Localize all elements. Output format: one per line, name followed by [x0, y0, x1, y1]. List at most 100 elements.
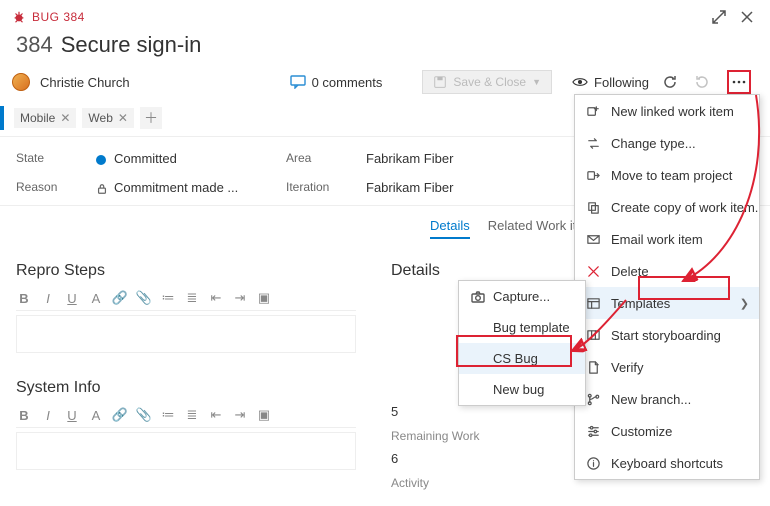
- mail-icon: [586, 232, 601, 247]
- link-icon[interactable]: 🔗: [112, 290, 128, 306]
- menu-customize[interactable]: Customize: [575, 415, 759, 447]
- work-item-title: 384 Secure sign-in: [0, 30, 770, 64]
- rich-text-toolbar[interactable]: B I U A 🔗 📎 ≔ ≣ ⇤ ⇥ ▣: [16, 403, 356, 428]
- menu-create-copy[interactable]: Create copy of work item...: [575, 191, 759, 223]
- add-tag-button[interactable]: ＋: [140, 107, 162, 129]
- expand-icon[interactable]: [708, 6, 730, 28]
- undo-icon[interactable]: [691, 71, 713, 93]
- bug-type-icon: [12, 10, 26, 24]
- storyboard-icon: [586, 328, 601, 343]
- area-value[interactable]: Fabrikam Fiber: [366, 151, 546, 166]
- bug-id-label: BUG 384: [32, 10, 85, 24]
- state-value[interactable]: Committed: [96, 151, 276, 166]
- comments-button[interactable]: 0 comments: [290, 75, 383, 90]
- font-icon[interactable]: A: [88, 407, 104, 423]
- underline-icon[interactable]: U: [64, 407, 80, 423]
- submenu-cs-bug[interactable]: CS Bug: [459, 343, 585, 374]
- templates-submenu: Capture... Bug template CS Bug New bug: [458, 280, 586, 406]
- bold-icon[interactable]: B: [16, 290, 32, 306]
- tag-mobile[interactable]: Mobile✕: [14, 108, 76, 128]
- menu-move-team[interactable]: Move to team project: [575, 159, 759, 191]
- area-label: Area: [286, 151, 356, 166]
- follow-toggle[interactable]: Following: [572, 75, 649, 90]
- camera-icon: [471, 291, 485, 303]
- submenu-new-bug[interactable]: New bug: [459, 374, 585, 405]
- chevron-right-icon: ❯: [740, 297, 749, 310]
- chevron-down-icon: ▼: [532, 77, 541, 87]
- delete-icon: [586, 264, 601, 279]
- tab-details[interactable]: Details: [430, 218, 470, 239]
- link-plus-icon: [586, 104, 601, 119]
- underline-icon[interactable]: U: [64, 290, 80, 306]
- state-label: State: [16, 151, 86, 166]
- accent-bar: [0, 106, 4, 130]
- sliders-icon: [586, 424, 601, 439]
- indent-icon[interactable]: ⇥: [232, 290, 248, 306]
- save-close-label: Save & Close: [453, 75, 526, 89]
- copy-icon: [586, 200, 601, 215]
- swap-icon: [586, 136, 601, 151]
- iteration-label: Iteration: [286, 180, 356, 195]
- lock-icon: [96, 183, 108, 195]
- font-icon[interactable]: A: [88, 290, 104, 306]
- eye-icon: [572, 75, 588, 89]
- tag-web[interactable]: Web✕: [82, 108, 134, 128]
- work-item-title-text: Secure sign-in: [61, 32, 202, 57]
- sysinfo-heading: System Info: [16, 379, 356, 397]
- reason-value[interactable]: Commitment made ...: [96, 180, 276, 195]
- close-icon[interactable]: [736, 6, 758, 28]
- assignee-name[interactable]: Christie Church: [40, 75, 130, 90]
- numbered-list-icon[interactable]: ≣: [184, 407, 200, 423]
- work-item-number: 384: [16, 32, 53, 57]
- image-icon[interactable]: ▣: [256, 407, 272, 423]
- menu-change-type[interactable]: Change type...: [575, 127, 759, 159]
- menu-templates[interactable]: Templates❯: [575, 287, 759, 319]
- ellipsis-icon: [732, 80, 746, 84]
- move-icon: [586, 168, 601, 183]
- bullet-list-icon[interactable]: ≔: [160, 407, 176, 423]
- menu-storyboarding[interactable]: Start storyboarding: [575, 319, 759, 351]
- doc-icon: [586, 360, 601, 375]
- menu-email[interactable]: Email work item: [575, 223, 759, 255]
- comment-icon: [290, 75, 306, 89]
- menu-shortcuts[interactable]: Keyboard shortcuts: [575, 447, 759, 479]
- rich-text-toolbar[interactable]: B I U A 🔗 📎 ≔ ≣ ⇤ ⇥ ▣: [16, 286, 356, 311]
- attachment-icon[interactable]: 📎: [136, 290, 152, 306]
- indent-icon[interactable]: ⇥: [232, 407, 248, 423]
- more-actions-button[interactable]: [727, 70, 751, 94]
- menu-new-branch[interactable]: New branch...: [575, 383, 759, 415]
- italic-icon[interactable]: I: [40, 407, 56, 423]
- menu-new-linked[interactable]: New linked work item: [575, 95, 759, 127]
- bullet-list-icon[interactable]: ≔: [160, 290, 176, 306]
- menu-verify[interactable]: Verify: [575, 351, 759, 383]
- state-dot-icon: [96, 155, 106, 165]
- menu-delete[interactable]: Delete: [575, 255, 759, 287]
- avatar[interactable]: [12, 73, 30, 91]
- outdent-icon[interactable]: ⇤: [208, 290, 224, 306]
- italic-icon[interactable]: I: [40, 290, 56, 306]
- link-icon[interactable]: 🔗: [112, 407, 128, 423]
- template-icon: [586, 296, 601, 311]
- image-icon[interactable]: ▣: [256, 290, 272, 306]
- comments-label: 0 comments: [312, 75, 383, 90]
- outdent-icon[interactable]: ⇤: [208, 407, 224, 423]
- sysinfo-editor[interactable]: [16, 432, 356, 470]
- actions-menu: New linked work item Change type... Move…: [574, 94, 760, 480]
- info-icon: [586, 456, 601, 471]
- refresh-icon[interactable]: [659, 71, 681, 93]
- bold-icon[interactable]: B: [16, 407, 32, 423]
- branch-icon: [586, 392, 601, 407]
- submenu-bug-template[interactable]: Bug template: [459, 312, 585, 343]
- iteration-value[interactable]: Fabrikam Fiber: [366, 180, 546, 195]
- repro-heading: Repro Steps: [16, 262, 356, 280]
- numbered-list-icon[interactable]: ≣: [184, 290, 200, 306]
- reason-label: Reason: [16, 180, 86, 195]
- save-close-button: Save & Close ▼: [422, 70, 552, 94]
- submenu-capture[interactable]: Capture...: [459, 281, 585, 312]
- close-icon[interactable]: ✕: [60, 111, 70, 125]
- repro-editor[interactable]: [16, 315, 356, 353]
- save-icon: [433, 75, 447, 89]
- attachment-icon[interactable]: 📎: [136, 407, 152, 423]
- following-label: Following: [594, 75, 649, 90]
- close-icon[interactable]: ✕: [118, 111, 128, 125]
